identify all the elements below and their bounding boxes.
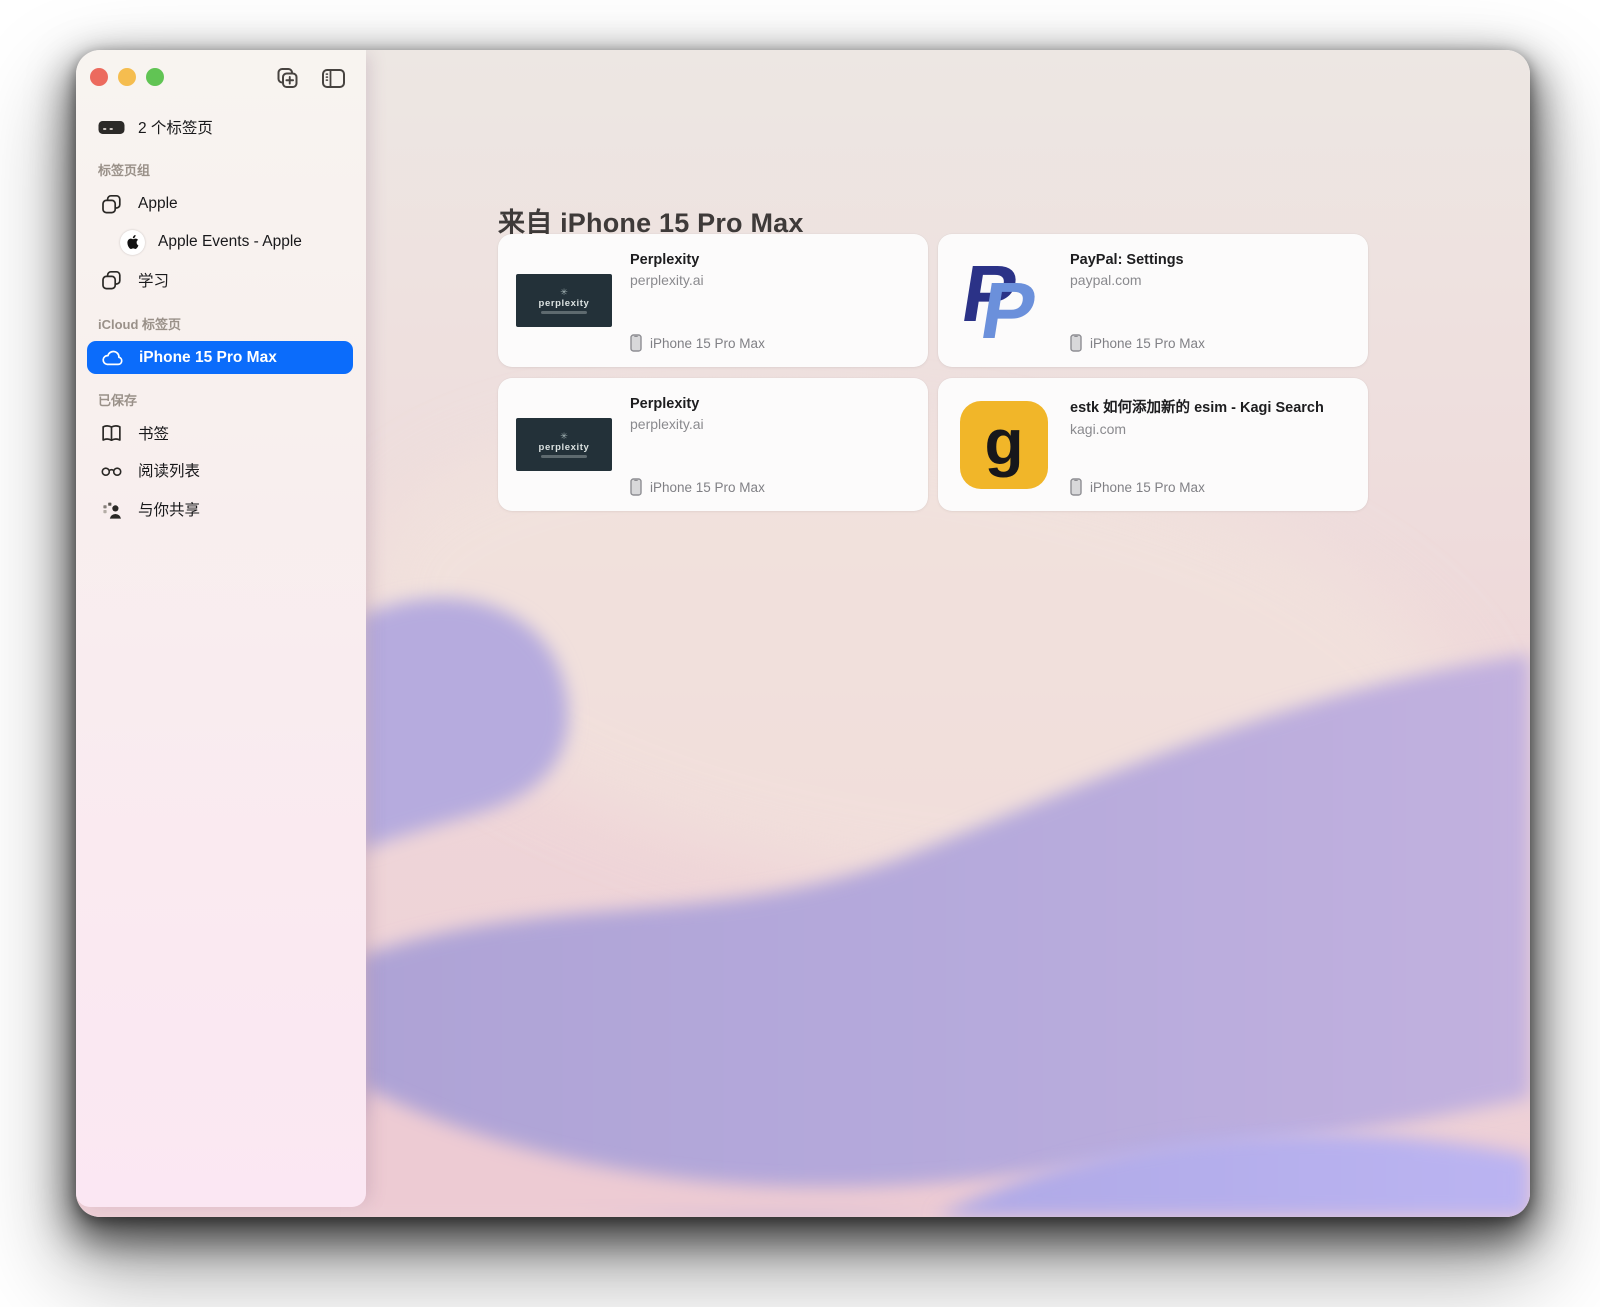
icloud-tab-card-perplexity-2[interactable]: ✳ perplexity Perplexity perplexity.ai iP… xyxy=(498,378,928,511)
perplexity-logo-icon: ✳ xyxy=(560,432,568,441)
minimize-button[interactable] xyxy=(118,68,136,86)
device-row: iPhone 15 Pro Max xyxy=(630,334,914,352)
device-label: iPhone 15 Pro Max xyxy=(1090,480,1205,495)
tab-title: Perplexity xyxy=(630,252,914,268)
sidebar-item-apple-events[interactable]: Apple Events - Apple xyxy=(76,224,366,260)
perplexity-tagline-line xyxy=(541,311,587,314)
sidebar-item-reading-list[interactable]: 阅读列表 xyxy=(76,452,366,488)
reading-list-icon xyxy=(98,461,125,479)
iphone-icon xyxy=(630,478,642,496)
perplexity-logo-icon: ✳ xyxy=(560,288,568,297)
screenshot-stage: 来自 iPhone 15 Pro Max ✳ perplexity Perple… xyxy=(0,0,1600,1307)
kagi-logo-icon: g xyxy=(960,401,1048,489)
icloud-tab-grid: ✳ perplexity Perplexity perplexity.ai iP… xyxy=(498,234,1368,511)
perplexity-thumbnail: ✳ perplexity xyxy=(516,274,612,327)
device-row: iPhone 15 Pro Max xyxy=(1070,478,1354,496)
cloud-icon xyxy=(99,349,126,367)
sidebar-item-iphone-15-pro-max[interactable]: iPhone 15 Pro Max xyxy=(87,341,353,374)
sidebar-item-shared-with-you[interactable]: 与你共享 xyxy=(76,491,366,527)
sidebar-item-label: iPhone 15 Pro Max xyxy=(139,349,277,367)
sidebar-toggle-icon xyxy=(320,65,347,92)
section-header-tab-groups: 标签页组 xyxy=(98,160,356,179)
iphone-icon xyxy=(1070,478,1082,496)
icloud-tabs-panel: 来自 iPhone 15 Pro Max ✳ perplexity Perple… xyxy=(366,50,1530,1217)
paypal-logo-icon: P P xyxy=(961,254,1047,348)
device-label: iPhone 15 Pro Max xyxy=(650,480,765,495)
perplexity-tagline-line xyxy=(541,455,587,458)
sidebar-item-label: 书签 xyxy=(138,422,169,444)
sidebar-item-label: 与你共享 xyxy=(138,498,200,520)
sidebar-item-label: 学习 xyxy=(138,269,169,291)
zoom-button[interactable] xyxy=(146,68,164,86)
traffic-lights xyxy=(90,68,164,86)
icloud-tab-card-paypal[interactable]: P P PayPal: Settings paypal.com iPhone 1… xyxy=(938,234,1368,367)
tab-url: perplexity.ai xyxy=(630,416,914,432)
tab-group-icon xyxy=(98,193,125,216)
tabs-overview-label: 2 个标签页 xyxy=(138,116,213,138)
sidebar-item-apple-group[interactable]: Apple xyxy=(76,186,366,222)
tab-url: paypal.com xyxy=(1070,272,1354,288)
shared-with-you-icon xyxy=(98,499,125,520)
icloud-tab-card-perplexity-1[interactable]: ✳ perplexity Perplexity perplexity.ai iP… xyxy=(498,234,928,367)
plus-squares-icon xyxy=(274,65,301,92)
tabs-overview-row[interactable]: 2 个标签页 xyxy=(76,109,366,145)
new-tab-group-button[interactable] xyxy=(273,64,301,92)
tab-title: Perplexity xyxy=(630,396,914,412)
sidebar-item-bookmarks[interactable]: 书签 xyxy=(76,415,366,451)
device-row: iPhone 15 Pro Max xyxy=(630,478,914,496)
tab-title: estk 如何添加新的 esim - Kagi Search xyxy=(1070,396,1354,417)
perplexity-thumbnail: ✳ perplexity xyxy=(516,418,612,471)
tab-bar-icon xyxy=(98,120,125,135)
perplexity-wordmark: perplexity xyxy=(539,443,590,453)
apple-logo-icon xyxy=(120,230,145,255)
sidebar-item-label: Apple xyxy=(138,195,178,213)
tab-title: PayPal: Settings xyxy=(1070,252,1354,268)
iphone-icon xyxy=(630,334,642,352)
sidebar-item-study-group[interactable]: 学习 xyxy=(76,262,366,298)
device-label: iPhone 15 Pro Max xyxy=(1090,336,1205,351)
device-row: iPhone 15 Pro Max xyxy=(1070,334,1354,352)
device-label: iPhone 15 Pro Max xyxy=(650,336,765,351)
perplexity-wordmark: perplexity xyxy=(539,299,590,309)
sidebar: 2 个标签页 标签页组 Apple App xyxy=(76,50,366,1207)
sidebar-item-label: 阅读列表 xyxy=(138,459,200,481)
icloud-tab-card-kagi[interactable]: g estk 如何添加新的 esim - Kagi Search kagi.co… xyxy=(938,378,1368,511)
section-header-saved: 已保存 xyxy=(98,390,356,409)
sidebar-item-label: Apple Events - Apple xyxy=(158,233,302,251)
section-header-icloud-tabs: iCloud 标签页 xyxy=(98,314,356,333)
tab-url: kagi.com xyxy=(1070,421,1354,437)
tab-group-icon xyxy=(98,269,125,292)
toggle-sidebar-button[interactable] xyxy=(319,64,347,92)
safari-window: 来自 iPhone 15 Pro Max ✳ perplexity Perple… xyxy=(76,50,1530,1217)
close-button[interactable] xyxy=(90,68,108,86)
bookmarks-icon xyxy=(98,423,125,443)
iphone-icon xyxy=(1070,334,1082,352)
tab-url: perplexity.ai xyxy=(630,272,914,288)
